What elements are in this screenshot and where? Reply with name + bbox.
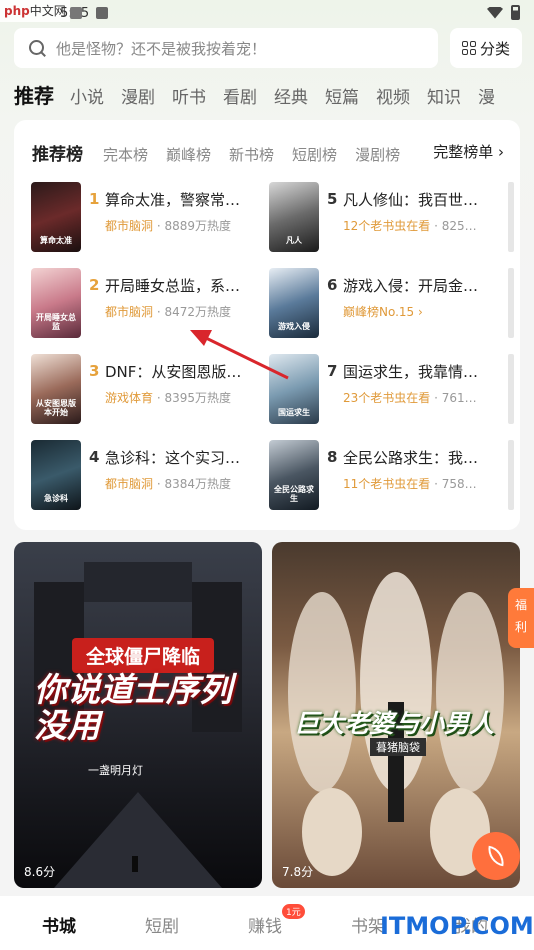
wifi-icon xyxy=(487,6,503,19)
book-cover: 凡人 xyxy=(269,182,319,252)
notification-icon xyxy=(70,7,82,19)
rank-number: 7 xyxy=(327,362,338,380)
tab-watch-drama[interactable]: 看剧 xyxy=(223,83,257,108)
ranking-book[interactable]: 游戏入侵 6 游戏入侵：开局金… 巅峰榜No.15 › xyxy=(269,268,509,338)
book-title: 游戏入侵：开局金… xyxy=(343,277,479,295)
tab-video[interactable]: 视频 xyxy=(376,83,410,108)
score-label: 8.6分 xyxy=(24,865,56,879)
next-column-edge xyxy=(508,354,514,424)
rank-number: 3 xyxy=(89,362,100,380)
poster-title: 巨大老婆与小男人 xyxy=(294,709,495,738)
tab-comic[interactable]: 漫 xyxy=(478,83,495,108)
ranking-book[interactable]: 凡人 5 凡人修仙：我百世… 12个老书虫在看 · 825… xyxy=(269,182,509,252)
channel-tabs: 推荐 小说 漫剧 听书 看剧 经典 短篇 视频 知识 漫 xyxy=(14,80,512,109)
rank-tab-finished[interactable]: 完本榜 xyxy=(103,144,148,165)
tab-knowledge[interactable]: 知识 xyxy=(427,83,461,108)
app-a-icon xyxy=(96,7,108,19)
grid-icon xyxy=(461,41,476,55)
book-title: 算命太准，警察常… xyxy=(105,191,241,209)
rank-tab-comic-drama[interactable]: 漫剧榜 xyxy=(355,144,400,165)
book-title: 凡人修仙：我百世… xyxy=(343,191,479,209)
book-title: 全民公路求生：我… xyxy=(343,449,479,467)
nav-earn[interactable]: 赚钱 xyxy=(248,912,282,937)
book-cover: 开局睡女总监 xyxy=(31,268,81,338)
feather-icon xyxy=(485,845,507,867)
score-label: 7.8分 xyxy=(282,865,314,879)
tab-short[interactable]: 短篇 xyxy=(325,83,359,108)
book-cover: 从安图恩版本开始 xyxy=(31,354,81,424)
nav-short-drama[interactable]: 短剧 xyxy=(145,912,179,937)
ranking-book[interactable]: 开局睡女总监 2 开局睡女总监，系… 都市脑洞 · 8472万热度 xyxy=(31,268,271,338)
poster-author: 一盏明月灯 xyxy=(88,764,143,777)
poster-author: 暮猪脑袋 xyxy=(370,738,426,756)
rank-tab-new[interactable]: 新书榜 xyxy=(229,144,274,165)
feed-card[interactable]: 全球僵尸降临 你说道士序列没用 一盏明月灯 8.6分 xyxy=(14,542,262,888)
tab-novel[interactable]: 小说 xyxy=(70,83,104,108)
book-meta: 都市脑洞 · 8384万热度 xyxy=(105,477,232,491)
book-meta: 都市脑洞 · 8889万热度 xyxy=(105,219,232,233)
rank-number: 2 xyxy=(89,276,100,294)
poster-subtitle: 全球僵尸降临 xyxy=(72,638,215,673)
search-icon xyxy=(28,39,46,57)
book-meta: 11个老书虫在看 · 758… xyxy=(343,477,477,491)
tab-audiobook[interactable]: 听书 xyxy=(172,83,206,108)
ranking-book[interactable]: 国运求生 7 国运求生，我靠情… 23个老书虫在看 · 761… xyxy=(269,354,509,424)
category-label: 分类 xyxy=(479,39,510,58)
tab-classic[interactable]: 经典 xyxy=(274,83,308,108)
rank-number: 1 xyxy=(89,190,100,208)
book-title: DNF：从安图恩版… xyxy=(105,363,242,381)
next-column-edge xyxy=(508,182,514,252)
ranking-book[interactable]: 全民公路求生 8 全民公路求生：我… 11个老书虫在看 · 758… xyxy=(269,440,509,510)
rank-tab-short-drama[interactable]: 短剧榜 xyxy=(292,144,337,165)
rank-tab-recommend[interactable]: 推荐榜 xyxy=(32,140,83,165)
earn-badge: 1元 xyxy=(282,904,305,919)
rank-number: 5 xyxy=(327,190,338,208)
book-meta: 23个老书虫在看 · 761… xyxy=(343,391,477,405)
search-input[interactable]: 他是怪物？还不是被我按着宠！ xyxy=(14,28,438,68)
book-cover: 游戏入侵 xyxy=(269,268,319,338)
tab-recommend[interactable]: 推荐 xyxy=(14,80,54,109)
book-title: 开局睡女总监，系… xyxy=(105,277,241,295)
book-cover: 国运求生 xyxy=(269,354,319,424)
full-ranking-link[interactable]: 完整榜单 › xyxy=(433,141,504,162)
site-watermark: ITMOP.COM xyxy=(380,912,534,940)
book-cover: 急诊科 xyxy=(31,440,81,510)
rank-number: 4 xyxy=(89,448,100,466)
book-title: 急诊科：这个实习… xyxy=(105,449,241,467)
ranking-tabs: 推荐榜 完本榜 巅峰榜 新书榜 短剧榜 漫剧榜 xyxy=(32,140,418,165)
poster-title: 你说道士序列没用 xyxy=(34,670,232,746)
ranking-book[interactable]: 急诊科 4 急诊科：这个实习… 都市脑洞 · 8384万热度 xyxy=(31,440,271,510)
write-fab[interactable] xyxy=(472,832,520,880)
ranking-book[interactable]: 从安图恩版本开始 3 DNF：从安图恩版… 游戏体育 · 8395万热度 xyxy=(31,354,271,424)
rank-tab-peak[interactable]: 巅峰榜 xyxy=(166,144,211,165)
tab-comic-drama[interactable]: 漫剧 xyxy=(121,83,155,108)
ranking-card: 推荐榜 完本榜 巅峰榜 新书榜 短剧榜 漫剧榜 完整榜单 › 算命太准 1 算命… xyxy=(14,120,520,530)
book-meta: 游戏体育 · 8395万热度 xyxy=(105,391,232,405)
nav-bookstore[interactable]: 书城 xyxy=(42,912,76,937)
next-column-edge xyxy=(508,268,514,338)
rank-number: 8 xyxy=(327,448,338,466)
status-bar: php中文网 5:25 xyxy=(0,0,534,26)
book-title: 国运求生，我靠情… xyxy=(343,363,479,381)
book-meta: 12个老书虫在看 · 825… xyxy=(343,219,477,233)
next-column-edge xyxy=(508,440,514,510)
book-meta: 都市脑洞 · 8472万热度 xyxy=(105,305,232,319)
book-meta: 巅峰榜No.15 › xyxy=(343,305,423,319)
book-cover: 全民公路求生 xyxy=(269,440,319,510)
battery-icon xyxy=(511,5,520,20)
book-cover: 算命太准 xyxy=(31,182,81,252)
benefit-tag[interactable]: 福利 xyxy=(508,588,534,648)
search-placeholder: 他是怪物？还不是被我按着宠！ xyxy=(56,39,267,58)
category-button[interactable]: 分类 xyxy=(450,28,522,68)
rank-number: 6 xyxy=(327,276,338,294)
ranking-book[interactable]: 算命太准 1 算命太准，警察常… 都市脑洞 · 8889万热度 xyxy=(31,182,271,252)
